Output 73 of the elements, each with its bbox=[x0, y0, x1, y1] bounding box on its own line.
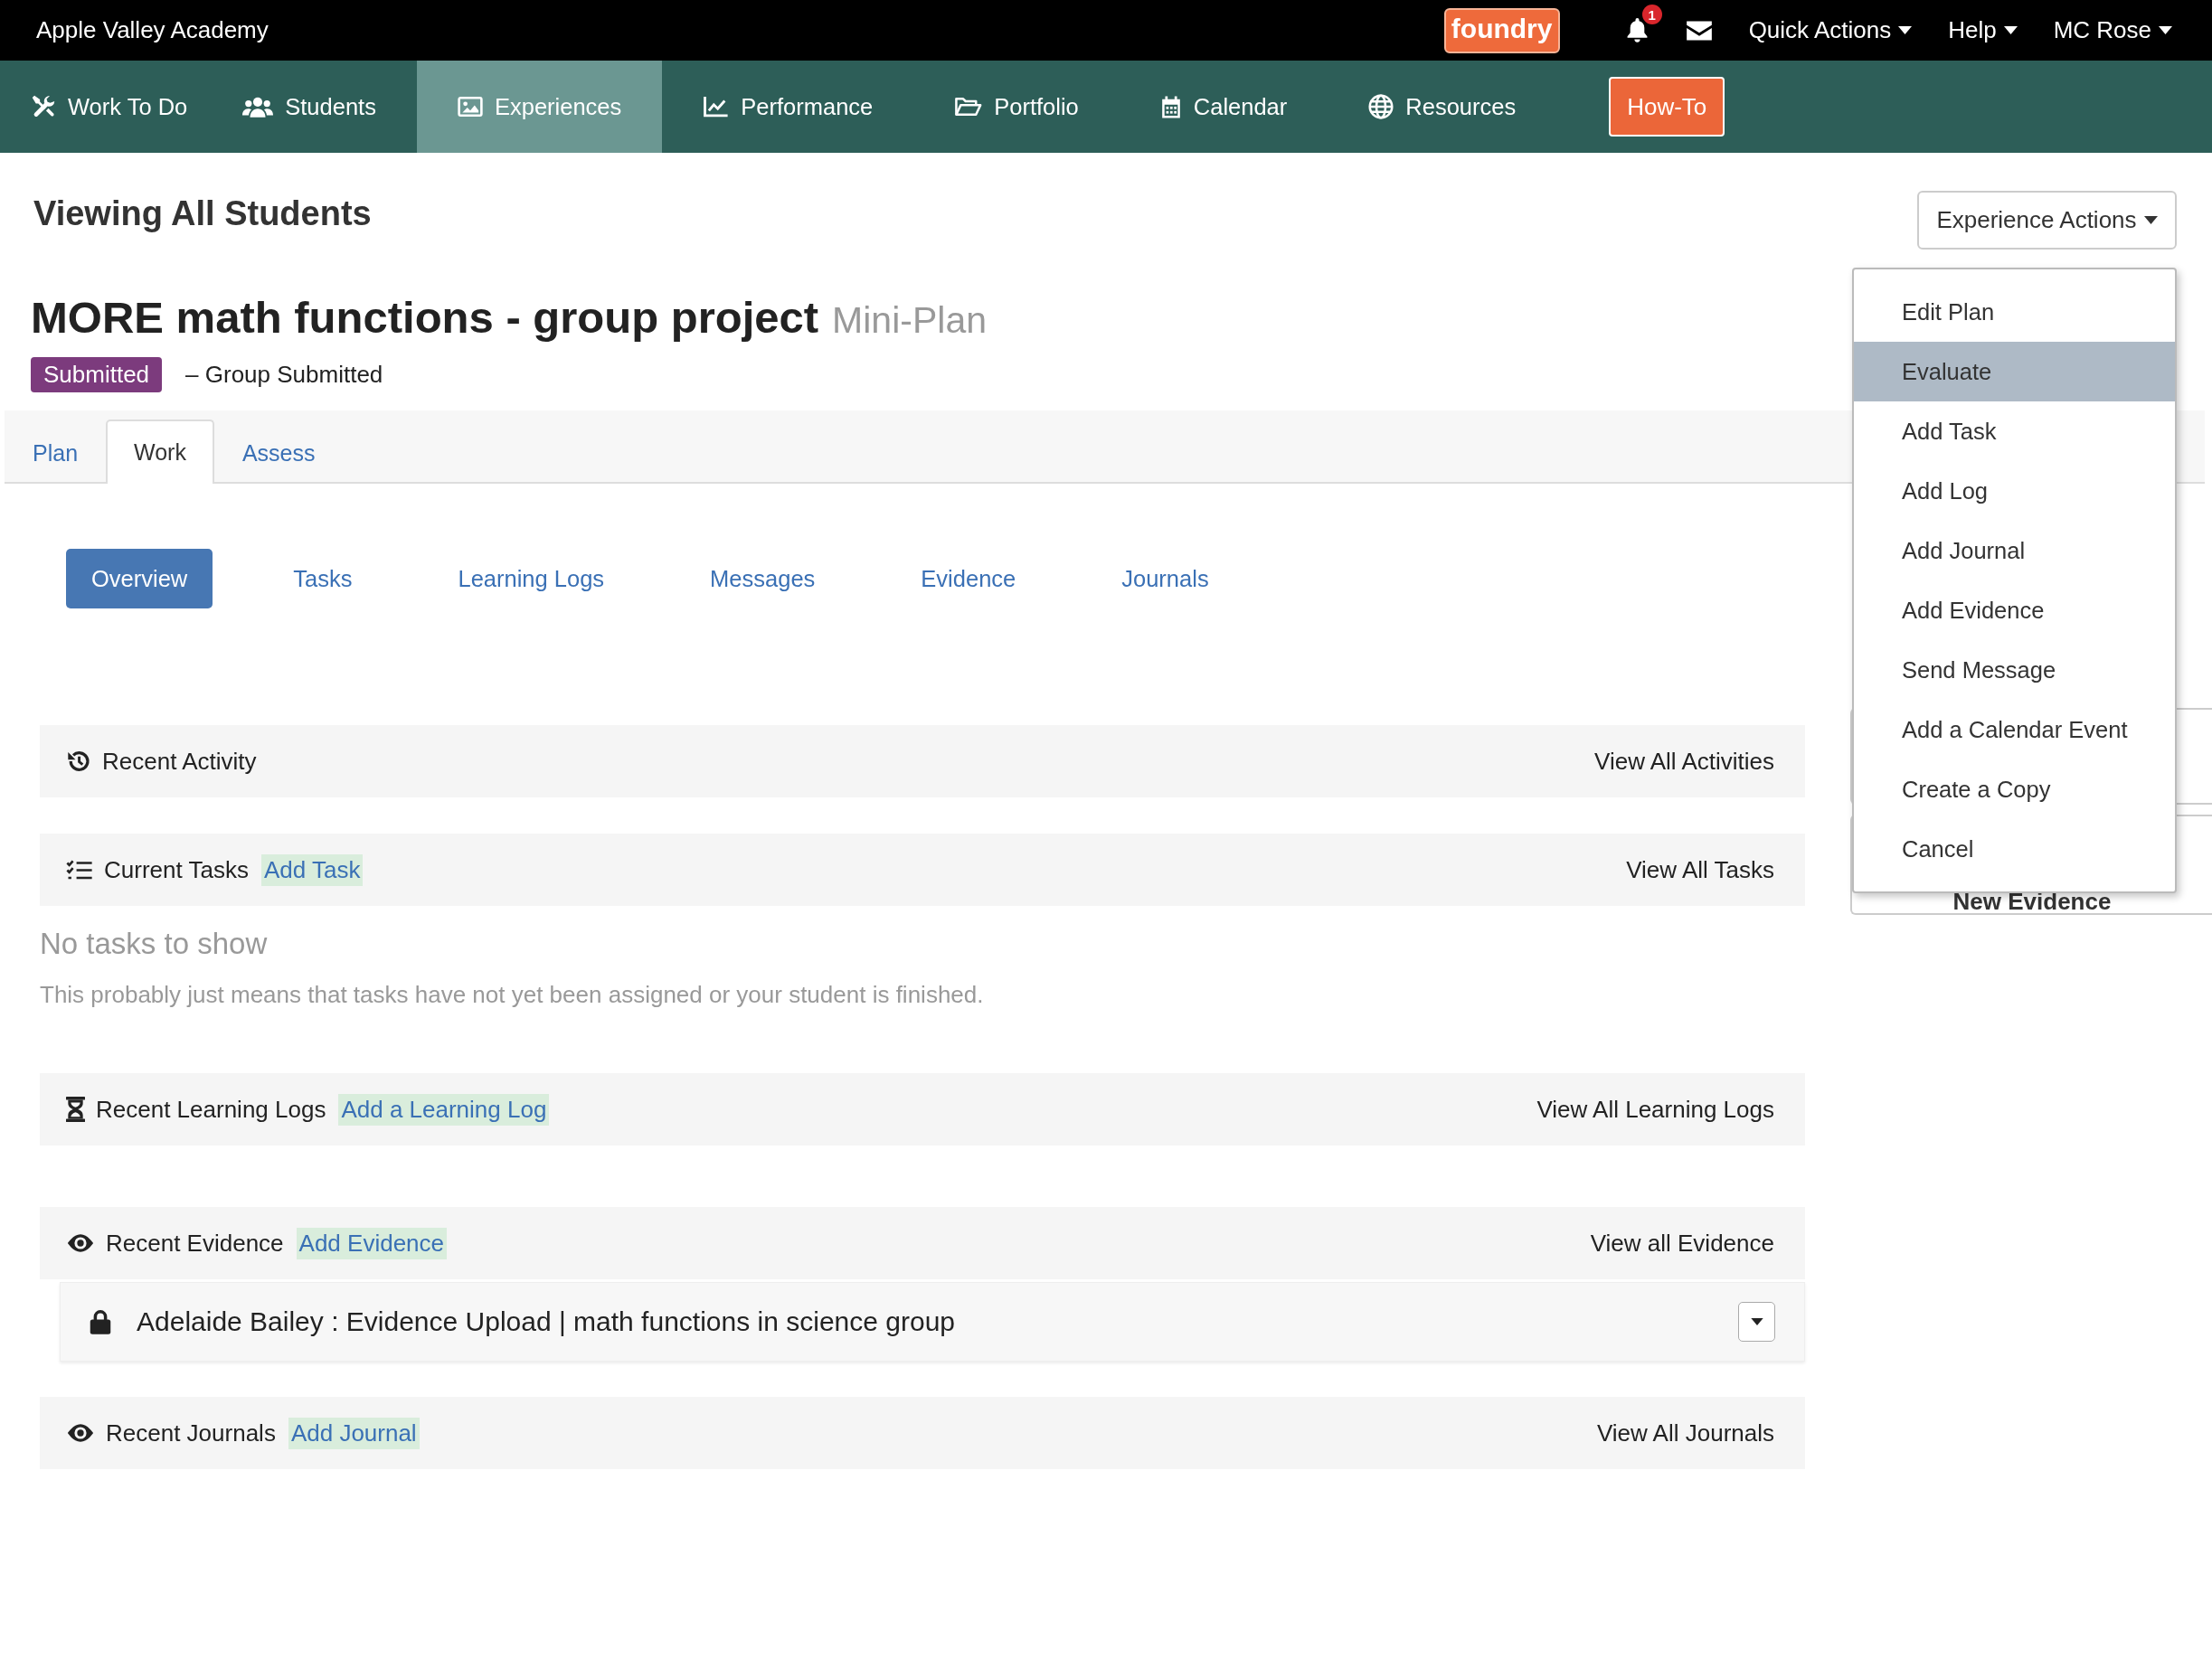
subtab[interactable]: Journals bbox=[1096, 549, 1234, 608]
menu-item[interactable]: Evaluate bbox=[1854, 342, 2175, 401]
view-all-link[interactable]: View All Activities bbox=[1594, 747, 1774, 776]
nav-item[interactable]: Resources bbox=[1328, 61, 1557, 153]
menu-item[interactable]: Add Journal bbox=[1854, 521, 2175, 580]
globe-icon bbox=[1368, 94, 1394, 119]
subtab[interactable]: Learning Logs bbox=[432, 549, 630, 608]
menu-item[interactable]: Add a Calendar Event bbox=[1854, 700, 2175, 759]
menu-item[interactable]: Send Message bbox=[1854, 640, 2175, 700]
view-all-link[interactable]: View All Journals bbox=[1596, 1419, 1774, 1447]
school-name: Apple Valley Academy bbox=[36, 16, 269, 44]
calendar-icon bbox=[1159, 94, 1182, 119]
status-note: – Group Submitted bbox=[185, 361, 383, 389]
page-heading: Viewing All Students bbox=[33, 193, 372, 233]
envelope-icon[interactable] bbox=[1685, 19, 1713, 42]
tab[interactable]: Plan bbox=[5, 421, 107, 484]
add-link[interactable]: Add Evidence bbox=[296, 1227, 447, 1259]
evidence-title: Adelaide Bailey : Evidence Upload | math functions in science group bbox=[137, 1306, 955, 1337]
hourglass-icon bbox=[66, 1097, 85, 1122]
view-all-link[interactable]: View all Evidence bbox=[1590, 1229, 1774, 1258]
add-link[interactable]: Add a Learning Log bbox=[338, 1093, 550, 1126]
status-badge: Submitted bbox=[31, 357, 163, 392]
checklist-icon bbox=[66, 858, 93, 881]
actions-dropdown-button[interactable]: Experience Actions bbox=[1917, 191, 2177, 250]
chart-line-icon bbox=[703, 96, 730, 118]
caret-icon bbox=[2159, 26, 2172, 34]
history-icon bbox=[66, 749, 91, 774]
section-title: Recent Activity bbox=[102, 747, 257, 776]
tab[interactable]: Work bbox=[106, 420, 214, 484]
top-menu[interactable]: Quick Actions bbox=[1748, 16, 1913, 44]
view-all-link[interactable]: View All Tasks bbox=[1626, 855, 1774, 884]
menu-item[interactable]: Add Task bbox=[1854, 401, 2175, 461]
section-title: Recent Journals bbox=[106, 1419, 276, 1447]
add-link[interactable]: Add Task bbox=[260, 853, 364, 886]
section-title: Recent Learning Logs bbox=[96, 1095, 326, 1124]
users-icon bbox=[242, 95, 274, 118]
experience-title: MORE math functions - group project bbox=[31, 292, 819, 343]
caret-icon bbox=[2003, 26, 2018, 34]
subtab[interactable]: Evidence bbox=[895, 549, 1042, 608]
caret-icon bbox=[2143, 216, 2158, 224]
plan-type: Mini-Plan bbox=[832, 299, 987, 342]
eye-icon bbox=[66, 1423, 95, 1443]
empty-state-title: No tasks to show bbox=[40, 927, 269, 961]
nav-item[interactable]: Calendar bbox=[1119, 61, 1328, 153]
image-icon bbox=[457, 96, 483, 118]
menu-item[interactable]: Cancel bbox=[1854, 819, 2175, 879]
menu-item[interactable]: Edit Plan bbox=[1854, 282, 2175, 342]
notification-badge: 1 bbox=[1641, 5, 1662, 24]
subtab[interactable]: Tasks bbox=[268, 549, 378, 608]
evidence-row[interactable]: Adelaide Bailey : Evidence Upload | math functions in science group bbox=[60, 1282, 1805, 1362]
top-menu[interactable]: MC Rose bbox=[2053, 16, 2172, 44]
section-title: Recent Evidence bbox=[106, 1229, 284, 1258]
subtab[interactable]: Overview bbox=[66, 549, 213, 608]
caret-icon bbox=[1750, 1318, 1763, 1325]
subtab[interactable]: Messages bbox=[685, 549, 841, 608]
nav-item[interactable]: Portfolio bbox=[913, 61, 1120, 153]
nav-item[interactable]: Students bbox=[202, 61, 417, 153]
menu-item[interactable]: Create a Copy bbox=[1854, 759, 2175, 819]
section-title: Current Tasks bbox=[104, 855, 249, 884]
tab[interactable]: Assess bbox=[213, 421, 344, 484]
nav-item[interactable]: Work To Do bbox=[0, 61, 203, 153]
caret-icon bbox=[1898, 26, 1913, 34]
row-dropdown-button[interactable] bbox=[1738, 1302, 1775, 1342]
view-all-link[interactable]: View All Learning Logs bbox=[1536, 1095, 1774, 1124]
empty-state-text: This probably just means that tasks have not yet been assigned or your student is finished. bbox=[40, 981, 985, 1008]
folder-icon bbox=[954, 96, 983, 118]
menu-item[interactable]: Add Evidence bbox=[1854, 580, 2175, 640]
eye-icon bbox=[66, 1233, 95, 1253]
menu-item[interactable]: Add Log bbox=[1854, 461, 2175, 521]
tools-icon bbox=[31, 94, 56, 119]
top-menu[interactable]: Help bbox=[1948, 16, 2018, 44]
add-link[interactable]: Add Journal bbox=[288, 1417, 420, 1449]
nav-item[interactable]: Performance bbox=[662, 61, 914, 153]
